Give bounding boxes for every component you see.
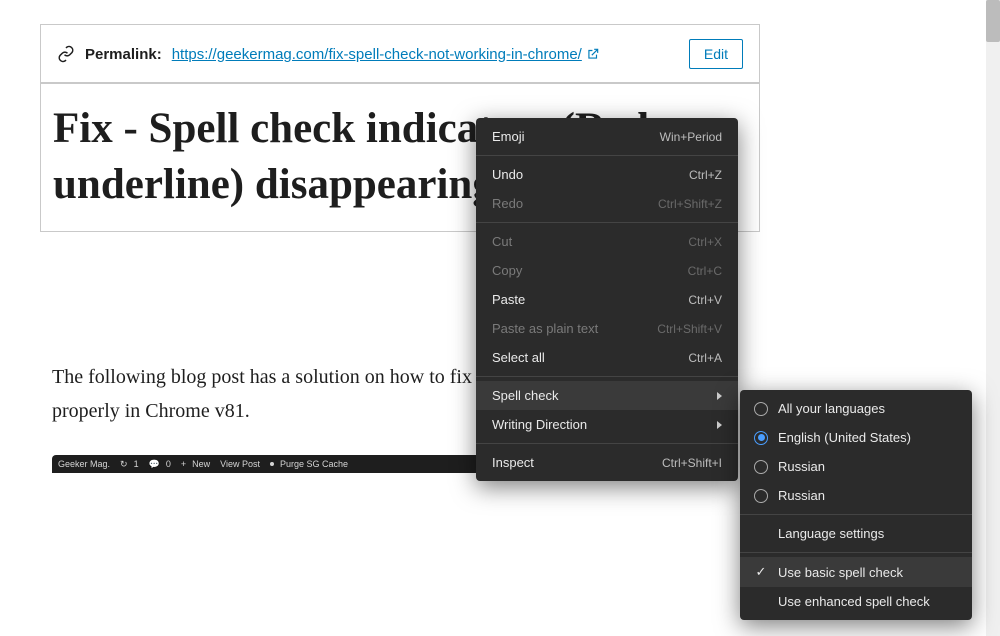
- ctx-paste-plain: Paste as plain textCtrl+Shift+V: [476, 314, 738, 343]
- ctx-separator: [476, 222, 738, 223]
- permalink-url-text: https://geekermag.com/fix-spell-check-no…: [172, 46, 582, 63]
- wp-new: New: [192, 459, 210, 469]
- ctx-cut: CutCtrl+X: [476, 227, 738, 256]
- submenu-arrow-icon: [717, 392, 722, 400]
- use-enhanced-spellcheck[interactable]: Use enhanced spell check: [740, 587, 972, 616]
- permalink-box: Permalink: https://geekermag.com/fix-spe…: [40, 24, 760, 84]
- external-link-icon: [586, 47, 600, 61]
- spellcheck-submenu[interactable]: All your languages English (United State…: [740, 390, 972, 620]
- wp-comments-count: 0: [166, 459, 171, 469]
- wp-site-name: Geeker Mag.: [58, 459, 110, 469]
- permalink-url[interactable]: https://geekermag.com/fix-spell-check-no…: [172, 46, 600, 63]
- ctx-inspect[interactable]: InspectCtrl+Shift+I: [476, 448, 738, 477]
- link-icon: [57, 45, 75, 63]
- language-settings[interactable]: Language settings: [740, 519, 972, 548]
- lang-ru-1[interactable]: Russian: [740, 452, 972, 481]
- ctx-undo[interactable]: UndoCtrl+Z: [476, 160, 738, 189]
- ctx-separator: [476, 376, 738, 377]
- lang-ru-2[interactable]: Russian: [740, 481, 972, 510]
- ctx-emoji[interactable]: EmojiWin+Period: [476, 122, 738, 151]
- wp-updates-count: 1: [134, 459, 139, 469]
- radio-icon: [754, 460, 768, 474]
- ctx-writing-direction[interactable]: Writing Direction: [476, 410, 738, 439]
- page-scrollbar-thumb[interactable]: [986, 0, 1000, 42]
- ctx-select-all[interactable]: Select allCtrl+A: [476, 343, 738, 372]
- check-icon: ✓: [754, 564, 768, 580]
- ctx-paste[interactable]: PasteCtrl+V: [476, 285, 738, 314]
- submenu-separator: [740, 514, 972, 515]
- lang-en-us[interactable]: English (United States): [740, 423, 972, 452]
- wp-purge-cache: Purge SG Cache: [280, 459, 348, 469]
- ctx-separator: [476, 155, 738, 156]
- ctx-copy: CopyCtrl+C: [476, 256, 738, 285]
- wp-view-post: View Post: [220, 459, 260, 469]
- lang-all[interactable]: All your languages: [740, 394, 972, 423]
- radio-icon: [754, 489, 768, 503]
- ctx-redo: RedoCtrl+Shift+Z: [476, 189, 738, 218]
- submenu-arrow-icon: [717, 421, 722, 429]
- radio-icon: [754, 402, 768, 416]
- radio-selected-icon: [754, 431, 768, 445]
- submenu-separator: [740, 552, 972, 553]
- edit-permalink-button[interactable]: Edit: [689, 39, 743, 69]
- ctx-separator: [476, 443, 738, 444]
- ctx-spell-check[interactable]: Spell check: [476, 381, 738, 410]
- use-basic-spellcheck[interactable]: ✓Use basic spell check: [740, 557, 972, 587]
- page-scrollbar-track[interactable]: [986, 0, 1000, 636]
- permalink-label: Permalink:: [85, 46, 162, 63]
- context-menu[interactable]: EmojiWin+Period UndoCtrl+Z RedoCtrl+Shif…: [476, 118, 738, 481]
